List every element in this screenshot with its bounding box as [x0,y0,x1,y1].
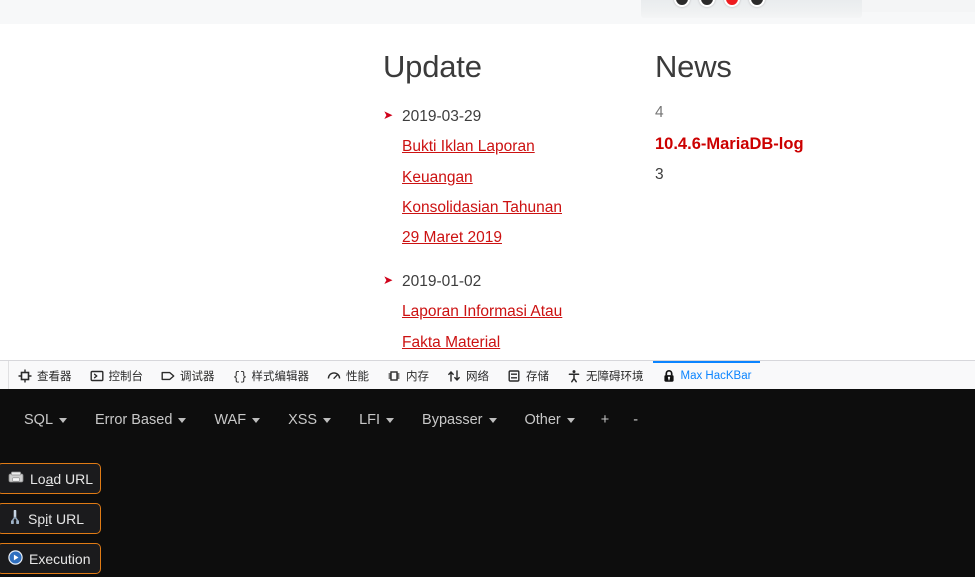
hackbar-add-button[interactable]: + [589,408,621,432]
hackbar-menu-waf[interactable]: WAF [200,408,274,432]
devtools-tab-max-hackbar[interactable]: Max HacKBar [652,361,761,389]
update-link[interactable]: Fakta Material [402,328,633,358]
news-heading: News [655,49,732,84]
menu-label: SQL [24,412,54,428]
chevron-down-icon [566,417,575,423]
chevron-down-icon [178,417,187,423]
devtools-tab-label: 内存 [406,371,429,383]
style-editor-icon: {} [233,369,247,383]
inspector-icon [18,369,32,383]
hackbar-menu-sql[interactable]: SQL [10,408,81,432]
svg-text:{}: {} [233,370,247,383]
load-url-label: Load URL [30,470,94,487]
hackbar-menu-other[interactable]: Other [511,408,589,432]
menu-label: LFI [359,412,381,428]
devtools-tab-label: 性能 [346,371,369,383]
split-url-label: Spit URL [28,510,85,527]
chevron-down-icon [252,417,261,423]
sql-injection-result: 10.4.6-MariaDB-log [655,135,804,154]
console-icon [90,369,104,383]
devtools-toolbar: 查看器 控制台 调试器 {} 样式编辑器 性能 内存 网络 存储 无障碍环境 M… [0,360,975,389]
split-url-icon [8,509,22,528]
update-link[interactable]: 29 Maret 2019 [402,223,633,253]
carousel-dot-2[interactable] [699,0,715,7]
devtools-tab-label: 无障碍环境 [586,371,644,383]
devtools-tab-label: 网络 [466,371,489,383]
devtools-tab-label: 查看器 [37,371,72,383]
devtools-tab-network[interactable]: 网络 [438,361,498,389]
update-link[interactable]: Laporan Informasi Atau [402,297,633,327]
update-list-item: ➤ 2019-01-02 Laporan Informasi Atau Fakt… [383,267,633,358]
hackbar-menu-xss[interactable]: XSS [274,408,345,432]
devtools-tab-style-editor[interactable]: {} 样式编辑器 [224,361,319,389]
news-column: News 4 10.4.6-MariaDB-log 3 [655,49,955,191]
carousel-dot-4[interactable] [749,0,765,7]
carousel-dot-3-active[interactable] [724,0,740,7]
execution-button[interactable]: Execution [0,543,101,574]
devtools-tab-accessibility[interactable]: 无障碍环境 [558,361,653,389]
split-url-button[interactable]: Spit URL [0,503,101,534]
carousel-panel-right [862,0,975,12]
news-row-4: 4 [655,104,664,122]
accessibility-icon [567,369,581,383]
browser-page-viewport: Update ➤ 2019-03-29 Bukti Iklan Laporan … [0,0,975,360]
menu-label: XSS [288,412,318,428]
chevron-down-icon [386,417,395,423]
menu-label: Other [524,412,561,428]
screenshot-root: Update ➤ 2019-03-29 Bukti Iklan Laporan … [0,0,975,577]
devtools-tab-memory[interactable]: 内存 [378,361,438,389]
padlock-icon [662,369,676,383]
update-date: 2019-01-02 [402,273,482,291]
load-url-button[interactable]: Load URL [0,463,101,494]
news-row-3: 3 [655,166,664,184]
devtools-tab-label: 调试器 [180,371,215,383]
devtools-tab-label: 存储 [526,371,549,383]
bullet-arrow-icon: ➤ [383,108,394,123]
memory-icon [387,369,401,383]
load-url-icon [8,471,24,487]
devtools-tab-debugger[interactable]: 调试器 [152,361,224,389]
hackbar-menu-bar: SQL Error Based WAF XSS LFI Bypasser Oth… [0,402,975,438]
update-link[interactable]: Konsolidasian Tahunan [402,193,633,223]
debugger-icon [161,369,175,383]
update-heading: Update [383,49,482,84]
hackbar-remove-button[interactable]: - [621,408,650,432]
execute-play-icon [8,549,23,568]
execution-label: Execution [29,550,91,567]
update-list-item: ➤ 2019-03-29 Bukti Iklan Laporan Keuanga… [383,102,633,253]
devtools-tab-storage[interactable]: 存储 [498,361,558,389]
carousel-dot-1[interactable] [674,0,690,7]
hackbar-menu-bypasser[interactable]: Bypasser [408,408,510,432]
devtools-toolbar-separator [0,361,9,389]
update-link[interactable]: Bukti Iklan Laporan [402,132,633,162]
menu-label: Error Based [95,412,173,428]
chevron-down-icon [323,417,332,423]
bullet-arrow-icon: ➤ [383,273,394,288]
devtools-tab-performance[interactable]: 性能 [318,361,378,389]
network-icon [447,369,461,383]
devtools-tab-label: 控制台 [108,371,144,383]
hackbar-menu-lfi[interactable]: LFI [345,408,408,432]
hackbar-menu-error-based[interactable]: Error Based [81,408,200,432]
menu-label: WAF [214,412,247,428]
devtools-tab-label: Max HacKBar [680,370,752,382]
devtools-tab-inspector[interactable]: 查看器 [9,361,81,389]
chevron-down-icon [59,417,68,423]
page-top-strip [0,0,975,24]
carousel-dots[interactable] [674,0,774,9]
max-hackbar-panel: SQL Error Based WAF XSS LFI Bypasser Oth… [0,389,975,577]
devtools-tab-label: 样式编辑器 [251,371,310,383]
devtools-tab-console[interactable]: 控制台 [81,361,153,389]
update-link[interactable]: Keuangan [402,163,633,193]
update-column: Update ➤ 2019-03-29 Bukti Iklan Laporan … [383,49,633,360]
chevron-down-icon [488,417,497,423]
menu-label: Bypasser [422,412,483,428]
update-date: 2019-03-29 [402,108,482,126]
storage-icon [507,369,521,383]
performance-icon [327,369,341,383]
page-body: Update ➤ 2019-03-29 Bukti Iklan Laporan … [0,24,975,360]
